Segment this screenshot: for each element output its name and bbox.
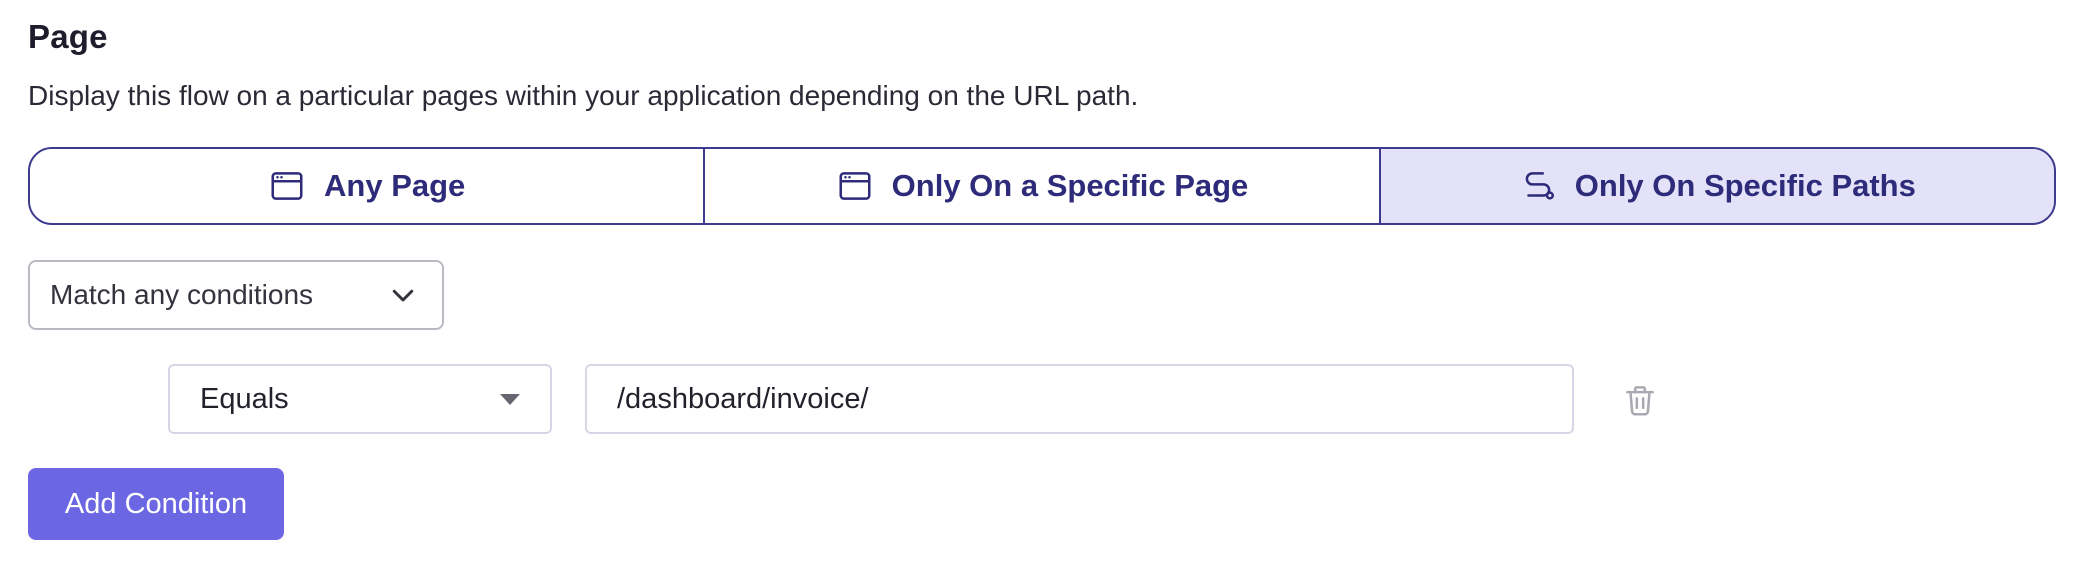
- chevron-down-icon: [392, 289, 414, 302]
- option-any-page-label: Any Page: [324, 168, 466, 203]
- match-conditions-value: Match any conditions: [50, 279, 314, 310]
- caret-down-icon: [500, 393, 520, 405]
- option-any-page[interactable]: Any Page: [30, 149, 704, 223]
- section-description: Display this flow on a particular pages …: [28, 80, 1139, 111]
- condition-operator-select[interactable]: Equals: [168, 364, 552, 434]
- page-targeting-section: Page Display this flow on a particular p…: [0, 0, 2088, 562]
- section-title: Page: [28, 18, 108, 55]
- option-specific-page[interactable]: Only On a Specific Page: [703, 149, 1379, 223]
- trash-icon: [1626, 386, 1654, 416]
- browser-window-icon: [839, 172, 871, 200]
- delete-condition-button[interactable]: [1621, 381, 1659, 419]
- option-specific-paths-label: Only On Specific Paths: [1574, 168, 1916, 203]
- match-conditions-select[interactable]: Match any conditions: [28, 260, 444, 330]
- add-condition-button[interactable]: Add Condition: [28, 468, 284, 540]
- condition-path-input[interactable]: [585, 364, 1574, 434]
- condition-operator-value: Equals: [200, 382, 289, 415]
- route-path-icon: [1525, 172, 1554, 200]
- page-mode-toggle: Any Page Only On a Specific Page Only On…: [28, 147, 2056, 225]
- option-specific-paths[interactable]: Only On Specific Paths: [1378, 149, 2054, 223]
- option-specific-page-label: Only On a Specific Page: [891, 168, 1249, 203]
- browser-window-icon: [271, 172, 303, 200]
